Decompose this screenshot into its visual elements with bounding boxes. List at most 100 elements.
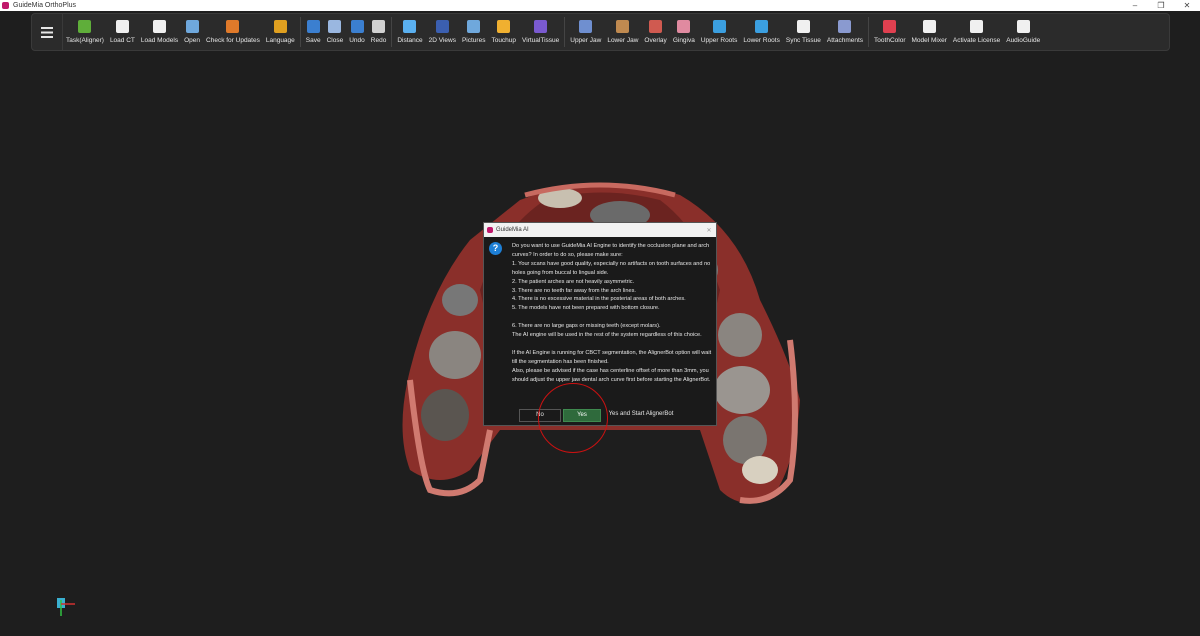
toolbar-open-button[interactable]: Open xyxy=(181,15,203,49)
upper-jaw-icon xyxy=(579,20,593,33)
cube-icon xyxy=(922,20,936,33)
toolbar-close-button[interactable]: Close xyxy=(324,15,347,49)
message-line: 3. There are no teeth far away from the … xyxy=(512,287,636,294)
picture-icon xyxy=(467,20,481,33)
tool-label: Close xyxy=(326,37,344,44)
toolbar-load-models-button[interactable]: Load Models xyxy=(138,15,181,49)
tool-label: AudioGuide xyxy=(1006,37,1041,44)
toolbar-touchup-button[interactable]: Touchup xyxy=(488,15,519,49)
window-title: GuideMia OrthoPlus xyxy=(13,2,77,9)
tool-label: Model Mixer xyxy=(911,37,947,44)
tooth xyxy=(742,456,778,484)
folder-open-icon xyxy=(185,20,199,33)
close-window-button[interactable]: ✕ xyxy=(1174,0,1200,11)
toolbar-virtualtissue-button[interactable]: VirtualTissue xyxy=(519,15,562,49)
toolbar-check-for-updates-button[interactable]: Check for Updates xyxy=(203,15,263,49)
message-line: Also, please be advised if the case has … xyxy=(512,367,711,383)
tool-label: Lower Jaw xyxy=(607,37,639,44)
toolbar-language-button[interactable]: Language xyxy=(263,15,298,49)
tool-label: Activate License xyxy=(952,37,1001,44)
app-logo-icon xyxy=(2,2,9,9)
toolbar-overlay-button[interactable]: Overlay xyxy=(641,15,669,49)
undo-icon xyxy=(350,20,364,33)
toolbar-upper-roots-button[interactable]: Upper Roots xyxy=(698,15,741,49)
tooth xyxy=(442,284,478,316)
close-file-icon xyxy=(328,20,342,33)
tool-label: Distance xyxy=(397,37,423,44)
gingiva-icon xyxy=(677,20,691,33)
overlay-icon xyxy=(649,20,663,33)
touchup-icon xyxy=(497,20,511,33)
tool-label: Pictures xyxy=(461,37,486,44)
message-line: Do you want to use GuideMia AI Engine to… xyxy=(512,243,710,258)
message-line: 4. There is no excessive material in the… xyxy=(512,296,686,303)
toolbar-redo-button[interactable]: Redo xyxy=(368,15,390,49)
maximize-button[interactable]: ❐ xyxy=(1148,0,1174,11)
dialog-close-button[interactable]: ✕ xyxy=(702,227,716,234)
tool-label: ToothColor xyxy=(874,37,906,44)
tooth xyxy=(714,366,770,414)
toolbar-activate-license-button[interactable]: Activate License xyxy=(950,15,1003,49)
tool-label: Upper Roots xyxy=(700,37,738,44)
dialog-message: Do you want to use GuideMia AI Engine to… xyxy=(512,242,714,384)
toolbar-distance-button[interactable]: Distance xyxy=(394,15,425,49)
app-logo-icon xyxy=(487,227,493,233)
tool-label: Redo xyxy=(370,37,387,44)
minimize-button[interactable]: – xyxy=(1122,0,1148,11)
views-icon xyxy=(435,20,449,33)
attachment-icon xyxy=(838,20,852,33)
toolbar-model-mixer-button[interactable]: Model Mixer xyxy=(908,15,949,49)
language-icon xyxy=(273,20,287,33)
toolbar-lower-jaw-button[interactable]: Lower Jaw xyxy=(604,15,641,49)
hamburger-menu-button[interactable] xyxy=(32,13,63,51)
question-icon: ? xyxy=(489,242,502,255)
toolbar-upper-jaw-button[interactable]: Upper Jaw xyxy=(567,15,604,49)
tooth xyxy=(421,389,469,441)
toolbar-task-aligner-button[interactable]: Task(Aligner) xyxy=(63,15,107,49)
toolbar-attachments-button[interactable]: Attachments xyxy=(824,15,866,49)
tool-label: Check for Updates xyxy=(206,37,260,44)
gear-icon xyxy=(78,20,92,33)
tooth xyxy=(429,331,481,379)
tool-label: Open xyxy=(184,37,201,44)
tool-label: Upper Jaw xyxy=(570,37,602,44)
hamburger-icon xyxy=(41,26,53,38)
root-icon xyxy=(712,20,726,33)
tool-label: Save xyxy=(305,37,321,44)
dialog-title: GuideMia AI xyxy=(496,227,529,233)
document-icon xyxy=(115,20,129,33)
dialog-titlebar: GuideMia AI ✕ xyxy=(484,223,716,237)
toolbar-lower-roots-button[interactable]: Lower Roots xyxy=(740,15,783,49)
main-toolbar: Task(Aligner) Load CT Load Models Open Check… xyxy=(31,13,1170,51)
toolbar-load-ct-button[interactable]: Load CT xyxy=(107,15,138,49)
toolbar-toothcolor-button[interactable]: ToothColor xyxy=(871,15,908,49)
tool-label: Attachments xyxy=(826,37,864,44)
toolbar-divider xyxy=(868,17,870,47)
window-titlebar: GuideMia OrthoPlus – ❐ ✕ xyxy=(0,0,1200,11)
document-icon xyxy=(152,20,166,33)
ruler-icon xyxy=(403,20,417,33)
refresh-icon xyxy=(226,20,240,33)
toolbar-divider xyxy=(564,17,566,47)
message-line: 2. The patient arches are not heavily as… xyxy=(512,278,635,285)
toolbar-2d-views-button[interactable]: 2D Views xyxy=(426,15,459,49)
message-line: 5. The models have not been prepared wit… xyxy=(512,305,660,312)
toolbar-undo-button[interactable]: Undo xyxy=(346,15,368,49)
toolbar-gingiva-button[interactable]: Gingiva xyxy=(670,15,698,49)
microphone-icon xyxy=(1016,20,1030,33)
tool-label: 2D Views xyxy=(428,37,456,44)
toolbar-pictures-button[interactable]: Pictures xyxy=(459,15,488,49)
toolbar-divider xyxy=(391,17,393,47)
toolbar-save-button[interactable]: Save xyxy=(303,15,324,49)
save-icon xyxy=(306,20,320,33)
toolbar-sync-tissue-button[interactable]: Sync Tissue xyxy=(783,15,824,49)
tool-label: VirtualTissue xyxy=(522,37,560,44)
tool-label: Touchup xyxy=(491,37,517,44)
toolbar-divider xyxy=(299,17,301,47)
tissue-icon xyxy=(534,20,548,33)
toolbar-audioguide-button[interactable]: AudioGuide xyxy=(1003,15,1043,49)
tool-label: Sync Tissue xyxy=(785,37,821,44)
yes-and-start-alignerbot-button[interactable]: Yes and Start AlignerBot xyxy=(603,409,679,420)
axis-gizmo-icon xyxy=(57,598,75,616)
tool-label: Load Models xyxy=(140,37,179,44)
